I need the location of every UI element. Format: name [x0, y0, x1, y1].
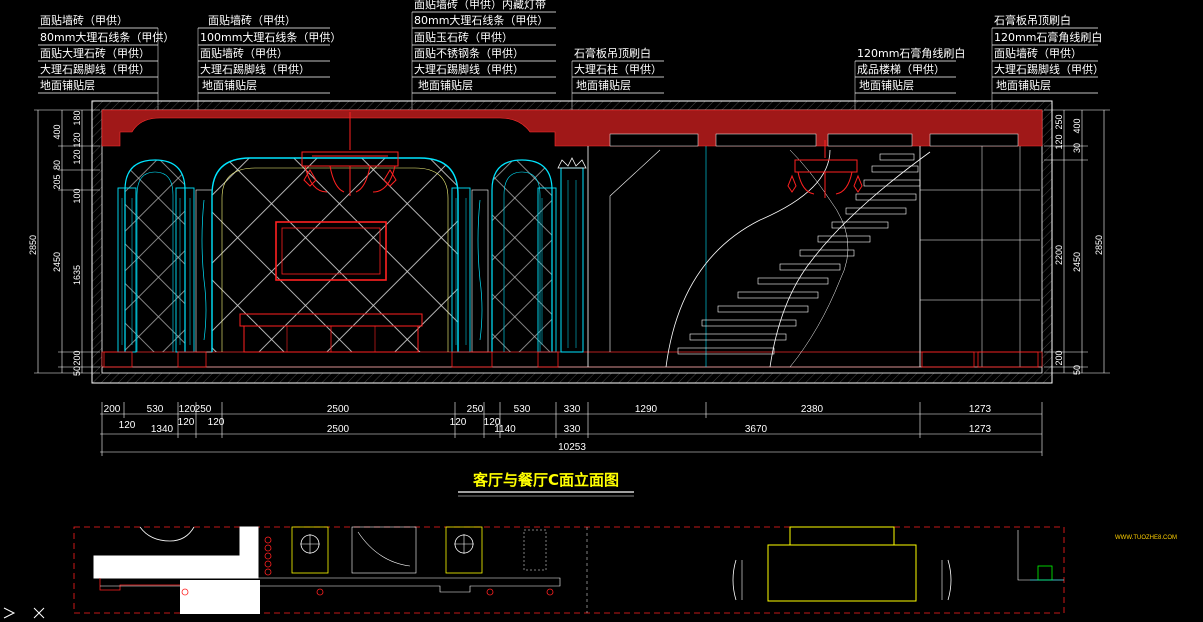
callout-1-item-2: 80mm大理石线条（甲供） — [40, 30, 174, 44]
callout-6-item-3: 面贴墙砖（甲供） — [994, 46, 1082, 60]
callout-4-item-2: 大理石柱（甲供） — [574, 62, 662, 76]
callout-4-item-1: 石膏板吊顶刷白 — [574, 46, 651, 60]
dim-row2-120b: 120 — [178, 417, 195, 428]
dim-right-120: 120 — [1054, 134, 1064, 149]
dim-right-2450: 2450 — [1072, 252, 1082, 272]
callout-2-item-3: 面贴墙砖（甲供） — [200, 46, 288, 60]
dim-row1-1290: 1290 — [635, 404, 658, 415]
callout-3-item-3: 面贴玉石砖（甲供） — [414, 30, 513, 44]
plan-dim-40: 40 — [138, 568, 148, 578]
callout-4-item-3: 地面铺贴层 — [576, 78, 631, 92]
callout-6-item-4: 大理石踢脚线（甲供） — [994, 62, 1104, 76]
callout-5-item-2: 成品楼梯（甲供） — [857, 62, 945, 76]
dim-left-120b: 120 — [72, 149, 82, 164]
callout-6-item-1: 石膏板吊顶刷白 — [994, 13, 1071, 27]
dim-row1-250b: 250 — [467, 404, 484, 415]
watermark: WWW.TUOZHE8.COM — [1115, 535, 1177, 541]
callout-1-item-1: 面贴墙砖（甲供） — [40, 13, 128, 27]
callout-5-item-3: 地面铺贴层 — [859, 78, 914, 92]
callout-1-item-4: 大理石踢脚线（甲供） — [40, 62, 150, 76]
dim-left-200: 200 — [72, 350, 82, 365]
dim-left-outer: 2850 — [28, 235, 38, 255]
dim-row2-120a: 120 — [119, 420, 136, 431]
dim-right-30: 30 — [1072, 143, 1082, 153]
tv-wall-arch — [211, 157, 459, 352]
dim-row1-1273: 1273 — [969, 404, 992, 415]
dim-row1-120: 120 — [179, 404, 196, 415]
dim-row1-530b: 530 — [514, 404, 531, 415]
dim-row1-2380: 2380 — [801, 404, 824, 415]
dim-left-2450: 2450 — [52, 252, 62, 272]
dim-left-100: 100 — [72, 188, 82, 203]
dim-row2-120d: 120 — [450, 417, 467, 428]
dim-left-80: 80 — [52, 160, 62, 170]
callout-1-item-3: 面贴大理石砖（甲供） — [40, 46, 150, 60]
dim-left-180: 180 — [72, 110, 82, 125]
dim-row2-120c: 120 — [208, 417, 225, 428]
dim-right-250: 250 — [1054, 114, 1064, 129]
dim-right-400: 400 — [1072, 118, 1082, 133]
callout-2-item-5: 地面铺贴层 — [202, 78, 257, 92]
dim-row1-330: 330 — [564, 404, 581, 415]
dim-right-200: 200 — [1054, 350, 1064, 365]
callout-2-item-4: 大理石踢脚线（甲供） — [200, 62, 310, 76]
dim-right-2200: 2200 — [1054, 245, 1064, 265]
dim-left-205: 205 — [52, 174, 62, 189]
cad-drawing-canvas[interactable]: 面贴墙砖（甲供） 80mm大理石线条（甲供） 面贴大理石砖（甲供） 大理石踢脚线… — [0, 0, 1203, 622]
dim-row2-3670: 3670 — [745, 424, 768, 435]
callout-1-item-5: 地面铺贴层 — [40, 78, 95, 92]
dim-row2-1140: 1140 — [494, 424, 516, 435]
left-dimensions — [34, 109, 100, 374]
dim-left-400: 400 — [52, 124, 62, 139]
dim-row1-2500: 2500 — [327, 404, 350, 415]
callout-3-item-2: 80mm大理石线条（甲供） — [414, 13, 548, 27]
dim-row1-530a: 530 — [147, 404, 164, 415]
callout-3-item-1: 面贴墙砖（甲供）内藏灯带 — [414, 0, 546, 11]
drawing-title: 客厅与餐厅C面立面图 — [472, 471, 619, 489]
dim-right-50: 50 — [1072, 365, 1082, 375]
callout-6-item-2: 120mm石膏角线刷白 — [994, 30, 1102, 44]
callout-3-item-6: 地面铺贴层 — [418, 78, 473, 92]
plan-white-block — [93, 526, 259, 579]
dim-right-outer: 2850 — [1094, 235, 1104, 255]
dim-left-1635: 1635 — [72, 265, 82, 285]
dim-row2-1340: 1340 — [151, 424, 174, 435]
callout-3-item-4: 面贴不锈钢条（甲供） — [414, 46, 524, 60]
callout-5-item-1: 120mm石膏角线刷白 — [857, 46, 965, 60]
dim-row2-1273: 1273 — [969, 424, 992, 435]
baseboard — [101, 351, 1043, 368]
callout-2-item-2: 100mm大理石线条（甲供） — [200, 30, 341, 44]
plan-dim-100: 100 — [198, 583, 208, 598]
ucs-icon — [3, 607, 45, 619]
plan-dim-75: 75 — [228, 584, 238, 594]
dim-total: 10253 — [558, 442, 586, 453]
callout-6-item-5: 地面铺贴层 — [996, 78, 1051, 92]
dim-row1-250a: 250 — [195, 404, 212, 415]
plan-view: 40 100 75 — [73, 526, 1065, 614]
dim-left-120a: 120 — [72, 132, 82, 147]
dim-left-50: 50 — [72, 366, 82, 376]
dim-row2-2500: 2500 — [327, 424, 350, 435]
dim-row1-200: 200 — [104, 404, 121, 415]
callout-3-item-5: 大理石踢脚线（甲供） — [414, 62, 524, 76]
dim-row2-330: 330 — [564, 424, 581, 435]
callout-2-item-1: 面贴墙砖（甲供） — [208, 13, 296, 27]
